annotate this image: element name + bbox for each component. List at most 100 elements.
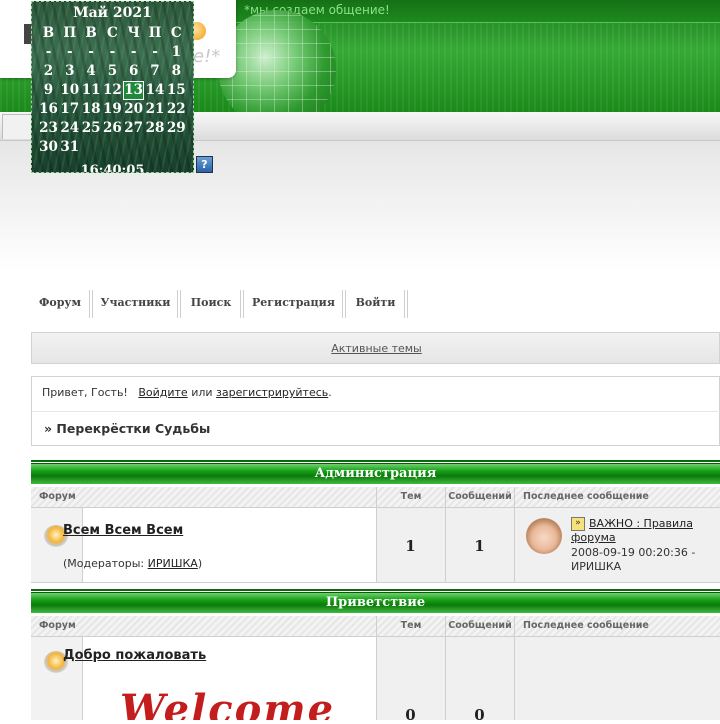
- last-post-title-link-cont[interactable]: форума: [571, 531, 616, 544]
- last-post-author[interactable]: ИРИШКА: [571, 560, 621, 573]
- moderator-link[interactable]: ИРИШКА: [148, 557, 198, 570]
- nav-members[interactable]: Участники: [94, 290, 181, 318]
- nav-register[interactable]: Регистрация: [245, 290, 346, 318]
- calendar-day[interactable]: 6: [123, 62, 144, 81]
- forum-moderators: (Модераторы: ИРИШКА): [63, 557, 202, 570]
- calendar-weekday: П: [148, 25, 162, 41]
- help-button[interactable]: ?: [196, 156, 213, 173]
- calendar-day[interactable]: 17: [59, 100, 80, 119]
- column-divider: [376, 487, 377, 582]
- forum-icon-cell: [31, 508, 82, 582]
- column-divider: [376, 616, 377, 720]
- calendar-day: -: [88, 44, 94, 60]
- calendar-day[interactable]: 31: [59, 138, 80, 157]
- col-last-post: Последнее сообщение: [523, 620, 649, 631]
- col-forum: Форум: [39, 620, 76, 631]
- calendar-day[interactable]: 25: [81, 119, 102, 138]
- moderators-prefix: (Модераторы:: [63, 557, 145, 570]
- calendar-day[interactable]: 4: [81, 62, 102, 81]
- greeting-prefix: Привет, Гость!: [42, 386, 128, 399]
- calendar-day[interactable]: 28: [145, 119, 166, 138]
- calendar-day: -: [109, 44, 116, 60]
- author-avatar[interactable]: [526, 518, 562, 554]
- column-divider: [445, 487, 446, 582]
- posts-count: 1: [474, 537, 485, 555]
- calendar-day[interactable]: 29: [166, 119, 187, 138]
- calendar-week-row: 9 10 11 12 13 14 15: [38, 81, 188, 100]
- calendar-day[interactable]: 7: [145, 62, 166, 81]
- calendar-today[interactable]: 13: [123, 81, 145, 100]
- calendar-day[interactable]: 3: [59, 62, 80, 81]
- calendar-day[interactable]: 19: [102, 100, 123, 119]
- moderators-suffix: ): [197, 557, 203, 570]
- calendar-day[interactable]: 21: [145, 100, 166, 119]
- calendar-day[interactable]: 23: [38, 119, 59, 138]
- calendar-day[interactable]: 14: [145, 81, 166, 100]
- calendar-clock: 16:40:05: [80, 163, 145, 173]
- calendar-day[interactable]: 24: [59, 119, 80, 138]
- category-top-border: [31, 589, 720, 591]
- col-last-post: Последнее сообщение: [523, 491, 649, 502]
- nav-forum[interactable]: Форум: [31, 290, 93, 318]
- calendar-day[interactable]: 12: [102, 81, 123, 100]
- greeting-divider: [32, 411, 720, 412]
- login-link[interactable]: Войдите: [138, 386, 187, 399]
- posts-count: 0: [474, 706, 485, 724]
- last-post-cell: [514, 637, 720, 720]
- forum-title-link[interactable]: Добро пожаловать: [63, 648, 206, 663]
- calendar-day[interactable]: 9: [38, 81, 59, 100]
- calendar-month-title: Май 2021: [73, 5, 152, 21]
- category-header-greeting[interactable]: Приветствие: [31, 592, 720, 613]
- calendar-weekday: Ч: [127, 25, 140, 41]
- calendar-week-row: 2345678: [38, 62, 188, 81]
- calendar-day[interactable]: 20: [123, 100, 144, 119]
- col-posts: Сообщений: [448, 491, 512, 502]
- greeting-end: .: [328, 386, 332, 399]
- calendar-day: -: [66, 44, 73, 60]
- calendar-day[interactable]: 22: [166, 100, 187, 119]
- col-topics: Тем: [400, 620, 422, 631]
- calendar-day[interactable]: 5: [102, 62, 123, 81]
- calendar-day[interactable]: 8: [166, 62, 187, 81]
- greeting-line: Привет, Гость! Войдите или зарегистрируй…: [42, 386, 332, 399]
- welcome-banner-image: Welcome: [120, 690, 376, 720]
- calendar-day[interactable]: 11: [81, 81, 102, 100]
- calendar-weekday: В: [42, 25, 55, 41]
- active-topics-link[interactable]: Активные темы: [32, 333, 720, 364]
- category-top-border: [31, 460, 720, 462]
- nav-search[interactable]: Поиск: [182, 290, 244, 318]
- col-forum: Форум: [39, 491, 76, 502]
- last-post-title-link[interactable]: ВАЖНО : Правила: [589, 517, 693, 530]
- calendar-day[interactable]: 2: [38, 62, 59, 81]
- active-topics-bar: Активные темы: [31, 332, 720, 364]
- calendar-week-row: ------1: [38, 43, 188, 62]
- calendar-day[interactable]: 1: [166, 43, 187, 62]
- calendar-day[interactable]: 15: [166, 81, 187, 100]
- category-header-administration[interactable]: Администрация: [31, 463, 720, 484]
- register-link[interactable]: зарегистрируйтесь: [216, 386, 328, 399]
- calendar-day: -: [130, 44, 137, 60]
- calendar-week-row: 16 17 18 19 20 21 22: [38, 100, 188, 119]
- forum-title-link[interactable]: Всем Всем Всем: [63, 523, 183, 538]
- calendar-day[interactable]: 30: [38, 138, 59, 157]
- calendar-day[interactable]: 10: [59, 81, 80, 100]
- calendar-day[interactable]: 27: [123, 119, 144, 138]
- subnav-tab[interactable]: [2, 114, 32, 139]
- calendar-day: -: [45, 44, 52, 60]
- calendar-weekday: П: [63, 25, 77, 41]
- calendar-day[interactable]: 18: [81, 100, 102, 119]
- calendar-day: -: [152, 44, 158, 60]
- column-divider: [514, 616, 515, 720]
- column-divider: [82, 508, 83, 582]
- nav-login[interactable]: Войти: [347, 290, 408, 318]
- logo-text-tail: e!*: [193, 46, 221, 67]
- col-posts: Сообщений: [448, 620, 512, 631]
- col-topics: Тем: [400, 491, 422, 502]
- calendar-day[interactable]: 26: [102, 119, 123, 138]
- goto-post-icon[interactable]: »: [571, 517, 585, 531]
- breadcrumb[interactable]: » Перекрёстки Судьбы: [44, 421, 210, 436]
- topics-count: 1: [405, 537, 416, 555]
- column-divider: [445, 616, 446, 720]
- calendar-day[interactable]: 16: [38, 100, 59, 119]
- welcome-banner-text: Welcome: [120, 690, 336, 720]
